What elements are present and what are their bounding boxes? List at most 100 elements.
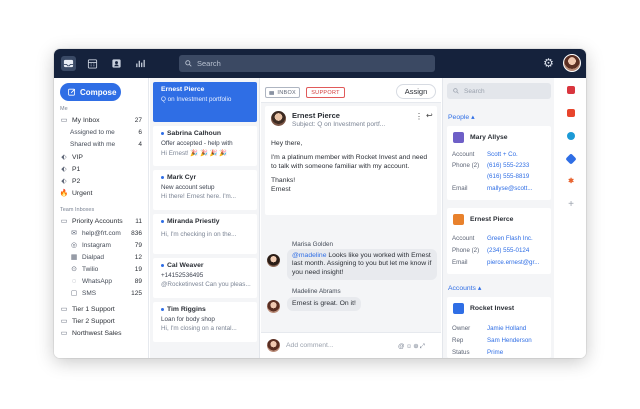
email-body-text: I'm a platinum member with Rocket Invest… <box>271 154 428 170</box>
count-badge: 12 <box>134 253 142 261</box>
count-badge: 125 <box>131 289 142 297</box>
sidebar-item-tier2[interactable]: ▭ Tier 2 Support <box>60 315 146 327</box>
twilio-icon: ⊙ <box>71 266 77 273</box>
sidebar-channel-twilio[interactable]: ⊙ Twilio 19 <box>70 263 146 275</box>
sender-name: Ernest Pierce <box>161 86 205 93</box>
owner-link[interactable]: Jamie Holland <box>487 325 526 332</box>
channel-label: WhatsApp <box>82 277 112 285</box>
hubspot-icon[interactable]: ✱ <box>567 178 575 186</box>
sidebar-channel-instagram[interactable]: ◎ Instagram 79 <box>70 239 146 251</box>
accounts-section-toggle[interactable]: Accounts ▴ <box>448 284 481 292</box>
conversation-item[interactable]: Cal Weaver +14152536495 @Rocketinvest Ca… <box>153 258 257 298</box>
calendar-app-icon[interactable] <box>567 86 575 94</box>
salesforce-icon[interactable] <box>567 132 575 140</box>
sidebar-channel-dialpad[interactable]: ▦ Dialpad 12 <box>70 251 146 263</box>
mention[interactable]: @madeline <box>292 252 326 259</box>
inbox-icon[interactable] <box>61 56 76 71</box>
chevron-up-icon: ▴ <box>471 114 475 121</box>
account-icon <box>453 303 464 314</box>
reply-icon[interactable]: ↩ <box>426 111 433 120</box>
compose-button[interactable]: Compose <box>60 83 121 101</box>
assign-button[interactable]: Assign <box>396 84 436 99</box>
analytics-icon[interactable] <box>133 56 148 71</box>
support-tag[interactable]: SUPPORT <box>306 87 345 98</box>
conversation-item[interactable]: Sabrina Calhoun Offer accepted - help wi… <box>153 126 257 166</box>
compose-icon <box>68 88 76 96</box>
comment-composer[interactable]: Add comment... @☺⊕⤢ <box>261 332 441 358</box>
conversation-subject: Q on Investment portfolio <box>161 96 232 103</box>
person-card[interactable]: Ernest Pierce Account Green Flash Inc. Ph… <box>447 208 551 274</box>
commenter-avatar <box>267 254 280 267</box>
sidebar: Compose Me ▭ My Inbox 27 Assigned to me … <box>54 78 149 358</box>
channel-label: Twilio <box>82 265 99 273</box>
count-badge: 4 <box>138 140 142 148</box>
rep-link[interactable]: Sam Henderson <box>487 337 532 344</box>
person-name: Ernest Pierce <box>470 216 514 223</box>
conversation-item[interactable]: Miranda Priestly Hi, I'm checking in on … <box>153 214 257 254</box>
sidebar-item-my-inbox[interactable]: ▭ My Inbox 27 <box>60 114 146 126</box>
user-avatar[interactable] <box>563 54 581 72</box>
people-section-toggle[interactable]: People ▴ <box>448 113 474 121</box>
sender-name: Tim Riggins <box>167 306 206 313</box>
tag-label: Urgent <box>72 189 93 197</box>
calendar-icon[interactable] <box>85 56 100 71</box>
phone-link[interactable]: (616) 555-8819 <box>487 173 529 180</box>
global-search-input[interactable]: Search <box>179 55 435 72</box>
account-card[interactable]: Rocket Invest Owner Jamie Holland Rep Sam … <box>447 297 551 358</box>
sidebar-tag-p1[interactable]: ⬖ P1 <box>60 163 146 175</box>
app-icon[interactable] <box>567 109 575 117</box>
field-label: Status <box>452 349 470 356</box>
sidebar-tag-urgent[interactable]: 🔥 Urgent <box>60 187 146 199</box>
sidebar-item-label: Tier 2 Support <box>72 317 115 325</box>
email-link[interactable]: pierce.ernest@gr... <box>487 259 539 266</box>
inbox-tag[interactable]: INBOX <box>265 87 300 98</box>
sidebar-item-assigned[interactable]: Assigned to me 6 <box>70 126 146 138</box>
field-label: Account <box>452 151 475 158</box>
jira-icon[interactable] <box>565 153 577 165</box>
dialpad-icon: ▦ <box>70 254 78 261</box>
instagram-icon: ◎ <box>70 242 78 249</box>
expand-icon[interactable]: ⤢ <box>420 343 426 350</box>
phone-link[interactable]: (234) 555-0124 <box>487 247 529 254</box>
sidebar-tag-p2[interactable]: ⬖ P2 <box>60 175 146 187</box>
sidebar-item-label: Shared with me <box>70 140 116 148</box>
gear-icon[interactable]: ⚙ <box>542 57 555 70</box>
more-options-icon[interactable]: ⋮ <box>415 112 423 121</box>
sidebar-item-label: Tier 1 Support <box>72 305 115 313</box>
conversation-item[interactable]: Mark Cyr New account setup Hi there! Ern… <box>153 170 257 210</box>
tag-icon: ⬖ <box>61 178 67 185</box>
inbox-icon <box>269 90 275 95</box>
contacts-icon[interactable] <box>109 56 124 71</box>
conversation-preview: Hi there! Ernest here. I'm... <box>161 193 237 200</box>
sidebar-channel-sms[interactable]: ▢ SMS 125 <box>70 287 146 299</box>
search-placeholder: Search <box>464 87 485 95</box>
comment-input[interactable]: Add comment... <box>286 342 334 349</box>
comment-author: Madeline Abrams <box>292 288 341 295</box>
sidebar-channel-email[interactable]: ✉ help@frt.com 836 <box>70 227 146 239</box>
me-section-label: Me <box>60 106 68 112</box>
sidebar-item-shared[interactable]: Shared with me 4 <box>70 138 146 150</box>
phone-link[interactable]: (616) 555-2233 <box>487 162 529 169</box>
sidebar-item-northwest-sales[interactable]: ▭ Northwest Sales <box>60 327 146 339</box>
email-body: Hey there, I'm a platinum member with Ro… <box>271 140 431 194</box>
conversation-item[interactable]: Ernest Pierce Q on Investment portfolio <box>153 82 257 122</box>
account-link[interactable]: Scott + Co. <box>487 151 518 158</box>
sidebar-channel-whatsapp[interactable]: ◌ WhatsApp 89 <box>70 275 146 287</box>
person-icon <box>453 132 464 143</box>
count-badge: 11 <box>135 217 142 225</box>
field-label: Email <box>452 185 468 192</box>
fire-icon: 🔥 <box>59 190 69 197</box>
mention-icon[interactable]: @ <box>398 343 406 350</box>
sidebar-item-priority-accounts[interactable]: ▭ Priority Accounts 11 <box>60 215 146 227</box>
conversation-item[interactable]: Tim Riggins Loan for body shop Hi, I'm c… <box>153 302 257 342</box>
person-card[interactable]: Mary Allyse Account Scott + Co. Phone (2)… <box>447 126 551 200</box>
sidebar-tag-vip[interactable]: ⬖ VIP <box>60 151 146 163</box>
channel-label: Instagram <box>82 241 111 249</box>
account-link[interactable]: Green Flash Inc. <box>487 235 533 242</box>
email-link[interactable]: mallyse@scott... <box>487 185 532 192</box>
app-window: Search ⚙ Compose Me ▭ My Inbox 27 Assign… <box>54 49 586 358</box>
contact-search-input[interactable]: Search <box>447 83 551 99</box>
sidebar-item-tier1[interactable]: ▭ Tier 1 Support <box>60 303 146 315</box>
add-integration-icon[interactable]: + <box>567 200 575 210</box>
sender-name: Mark Cyr <box>167 174 197 181</box>
